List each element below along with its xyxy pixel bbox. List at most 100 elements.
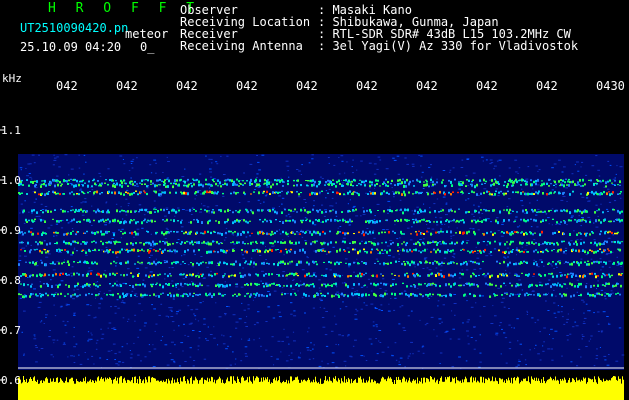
signal-band-pixel [452, 191, 454, 193]
signal-band-pixel [118, 191, 120, 194]
noise-speckle [352, 345, 355, 347]
noise-floor-bar [477, 380, 478, 400]
signal-band-pixel [294, 250, 296, 254]
signal-band-pixel [58, 262, 60, 265]
signal-band-pixel [137, 261, 139, 263]
noise-speckle [347, 334, 350, 336]
signal-band-pixel [113, 233, 115, 237]
noise-floor-bar [555, 376, 556, 400]
noise-speckle [341, 282, 344, 284]
noise-speckle [319, 298, 322, 300]
signal-band-pixel [288, 209, 290, 211]
signal-band-pixel [454, 282, 456, 285]
signal-band-pixel [89, 250, 91, 253]
noise-speckle [503, 306, 506, 308]
noise-floor-bar [405, 381, 406, 400]
noise-speckle [497, 195, 500, 197]
signal-band-pixel [127, 249, 129, 253]
noise-floor-bar [291, 376, 292, 400]
noise-speckle [134, 293, 138, 295]
noise-speckle [228, 249, 230, 251]
signal-band-pixel [54, 293, 56, 295]
noise-speckle [99, 357, 102, 359]
signal-band-pixel [80, 208, 82, 211]
noise-floor-bar [228, 381, 229, 400]
noise-floor-bar [190, 377, 191, 400]
noise-speckle [173, 329, 175, 331]
signal-band-pixel [429, 211, 431, 214]
signal-band-pixel [116, 241, 118, 243]
noise-speckle [301, 297, 304, 299]
signal-band-pixel [532, 210, 534, 213]
filename-label: UT2510090420.pn [20, 21, 129, 35]
noise-speckle [426, 267, 429, 269]
signal-band-pixel [29, 261, 31, 264]
noise-floor-bar [154, 378, 155, 400]
noise-speckle [590, 335, 593, 337]
noise-floor-bar [67, 382, 68, 400]
signal-band-pixel [116, 182, 118, 186]
noise-speckle [508, 198, 511, 200]
signal-band-pixel [325, 284, 327, 288]
noise-speckle [531, 291, 535, 292]
noise-speckle [144, 322, 147, 324]
noise-speckle [526, 314, 528, 315]
signal-band-pixel [274, 240, 276, 243]
signal-band-pixel [452, 274, 454, 278]
signal-band-pixel [308, 272, 310, 275]
signal-band-pixel [266, 183, 268, 186]
signal-band-pixel [41, 261, 43, 264]
signal-band-pixel [583, 241, 585, 244]
noise-floor-bar [255, 378, 256, 400]
noise-floor-bar [549, 378, 550, 400]
signal-band-pixel [467, 250, 469, 252]
signal-band-pixel [109, 220, 111, 223]
signal-band-pixel [593, 192, 595, 196]
noise-speckle [585, 254, 589, 256]
noise-floor-bar [297, 376, 298, 400]
noise-speckle [473, 268, 477, 270]
signal-band-pixel [109, 249, 111, 251]
signal-band-pixel [364, 250, 366, 253]
noise-speckle [551, 167, 554, 169]
noise-floor-bar [528, 376, 529, 400]
noise-speckle [225, 348, 228, 350]
signal-band-pixel [67, 211, 69, 213]
signal-band-pixel [551, 249, 553, 252]
signal-band-pixel [290, 209, 292, 212]
noise-speckle [136, 228, 140, 230]
signal-band-pixel [195, 294, 197, 296]
noise-speckle [460, 167, 464, 168]
noise-floor-bar [421, 377, 422, 400]
noise-speckle [90, 224, 93, 226]
noise-speckle [171, 310, 173, 312]
signal-band-pixel [375, 294, 377, 297]
signal-band-pixel [586, 210, 588, 213]
noise-speckle [394, 297, 397, 299]
signal-band-pixel [80, 243, 82, 245]
noise-floor-bar [515, 380, 516, 400]
signal-band-pixel [63, 240, 65, 243]
signal-band-pixel [526, 292, 528, 294]
signal-band-pixel [563, 232, 565, 235]
signal-band-pixel [387, 209, 389, 211]
noise-speckle [581, 338, 583, 340]
signal-band-pixel [62, 209, 64, 213]
signal-band-pixel [617, 292, 619, 294]
noise-speckle [581, 196, 585, 198]
signal-band-pixel [102, 242, 104, 246]
signal-band-pixel [445, 185, 447, 187]
signal-band-pixel [330, 210, 332, 212]
signal-band-pixel [270, 233, 272, 236]
noise-speckle [203, 323, 206, 325]
signal-band-pixel [499, 210, 501, 214]
signal-band-pixel [566, 275, 568, 279]
noise-speckle [537, 208, 540, 210]
noise-floor-bar [245, 380, 246, 400]
signal-band-pixel [435, 284, 437, 287]
signal-band-pixel [493, 182, 495, 186]
noise-speckle [278, 229, 280, 231]
signal-band-pixel [559, 283, 561, 287]
signal-band-pixel [271, 249, 273, 252]
noise-speckle [387, 200, 391, 202]
